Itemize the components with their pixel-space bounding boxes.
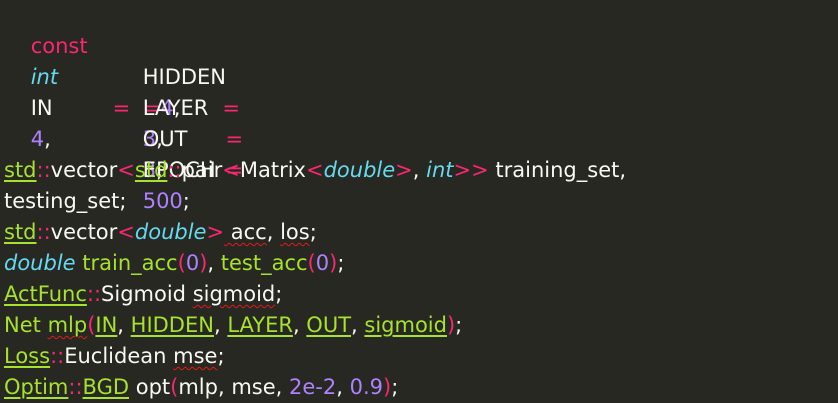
scope-operator: ::: [36, 220, 51, 244]
identifier-mlp: mlp: [47, 313, 88, 337]
code-line-5: EPOCH = 500;: [116, 124, 244, 213]
type-int: int: [426, 158, 454, 182]
punctuation: ,: [117, 313, 131, 337]
code-line-12: Loss::Euclidean mse;: [4, 341, 225, 372]
punctuation: ,: [213, 313, 228, 337]
identifier-los: los: [280, 220, 310, 244]
punctuation: ,: [217, 375, 232, 399]
type-int: int: [30, 65, 59, 89]
code-line-6: std::vector<std::pair<Matrix<double>, in…: [4, 155, 626, 186]
argument-mlp: mlp: [178, 375, 218, 399]
namespace-std: std: [4, 220, 37, 244]
identifier-sigmoid: sigmoid: [192, 282, 276, 306]
identifier-train-acc: train_acc: [75, 251, 178, 275]
argument-sigmoid: sigmoid: [364, 313, 447, 337]
type-vector: vector: [50, 158, 118, 182]
argument-in: IN: [95, 313, 118, 337]
argument-hidden: HIDDEN: [130, 313, 214, 337]
angle-close: >: [206, 220, 225, 244]
argument-layer: LAYER: [227, 313, 293, 337]
punctuation: ,: [292, 313, 307, 337]
punctuation: ;: [391, 375, 399, 399]
identifier-in: IN: [30, 96, 53, 120]
identifier-opt: opt: [135, 375, 171, 399]
punctuation: ;: [455, 313, 463, 337]
identifier-testing-set: testing_set;: [4, 189, 127, 213]
type-double: double: [4, 251, 76, 275]
paren-close: ): [446, 313, 456, 337]
number-literal: 0: [185, 251, 200, 275]
scope-operator: ::: [36, 158, 51, 182]
namespace-optim: Optim: [4, 375, 69, 399]
punctuation: ;: [182, 189, 190, 213]
punctuation: ;: [309, 220, 317, 244]
number-literal: 0: [315, 251, 330, 275]
class-bgd: BGD: [82, 375, 130, 399]
argument-mse: mse: [231, 375, 276, 399]
angle-close: >>: [453, 158, 489, 182]
punctuation: ;: [217, 344, 225, 368]
type-double: double: [134, 220, 207, 244]
identifier-acc: acc: [224, 220, 267, 244]
namespace-std: std: [134, 158, 168, 182]
code-line-1: const int IN = 4,: [4, 0, 131, 151]
punctuation: ,: [275, 375, 290, 399]
class-net: Net: [4, 313, 41, 337]
type-matrix: Matrix: [239, 158, 306, 182]
code-line-13: Optim::BGD opt(mlp, mse, 2e-2, 0.9);: [4, 372, 398, 403]
type-pair: pair: [181, 158, 223, 182]
punctuation: ,: [412, 158, 427, 182]
angle-open: <: [305, 158, 324, 182]
paren-open: (: [307, 251, 316, 275]
angle-close: >: [395, 158, 413, 182]
code-line-4: OUT = 3,: [116, 93, 243, 182]
scope-operator: ::: [167, 158, 182, 182]
class-sigmoid: Sigmoid: [101, 282, 186, 306]
namespace-loss: Loss: [4, 344, 51, 368]
keyword-const: const: [30, 34, 88, 58]
identifier-training-set: training_set,: [488, 158, 627, 182]
identifier-mse: mse: [173, 344, 218, 368]
code-line-10: ActFunc::Sigmoid sigmoid;: [4, 279, 282, 310]
angle-open: <: [222, 158, 240, 182]
class-euclidean: Euclidean: [64, 344, 167, 368]
punctuation: ;: [275, 282, 283, 306]
namespace-actfunc: ActFunc: [4, 282, 87, 306]
number-literal: 4: [30, 127, 45, 151]
number-literal: 2e-2: [289, 375, 337, 399]
number-literal: 0.9: [349, 375, 384, 399]
scope-operator: ::: [50, 344, 65, 368]
punctuation: ,: [351, 313, 365, 337]
punctuation: ;: [337, 251, 345, 275]
punctuation: ,: [207, 251, 221, 275]
scope-operator: ::: [86, 282, 102, 306]
code-line-3: LAYER = 3,: [116, 62, 240, 151]
type-vector: vector: [50, 220, 118, 244]
punctuation: ,: [44, 127, 51, 151]
code-line-9: double train_acc(0), test_acc(0);: [4, 248, 344, 279]
paren-close: ): [383, 375, 392, 399]
code-line-11: Net mlp(IN, HIDDEN, LAYER, OUT, sigmoid)…: [4, 310, 462, 341]
angle-open: <: [117, 158, 135, 182]
paren-open: (: [177, 251, 186, 275]
type-double: double: [323, 158, 396, 182]
code-line-2: HIDDEN =4,: [116, 31, 226, 120]
code-editor[interactable]: const int IN = 4, HIDDEN =4, LAYER = 3, OU…: [0, 0, 838, 403]
punctuation: ,: [336, 375, 350, 399]
angle-open: <: [117, 220, 135, 244]
code-line-8: std::vector<double> acc, los;: [4, 217, 317, 248]
scope-operator: ::: [68, 375, 83, 399]
punctuation: ,: [266, 220, 281, 244]
identifier-test-acc: test_acc: [220, 251, 308, 275]
namespace-std: std: [4, 158, 37, 182]
code-line-7: testing_set;: [4, 186, 126, 217]
number-literal: 500: [142, 189, 183, 213]
argument-out: OUT: [306, 313, 352, 337]
